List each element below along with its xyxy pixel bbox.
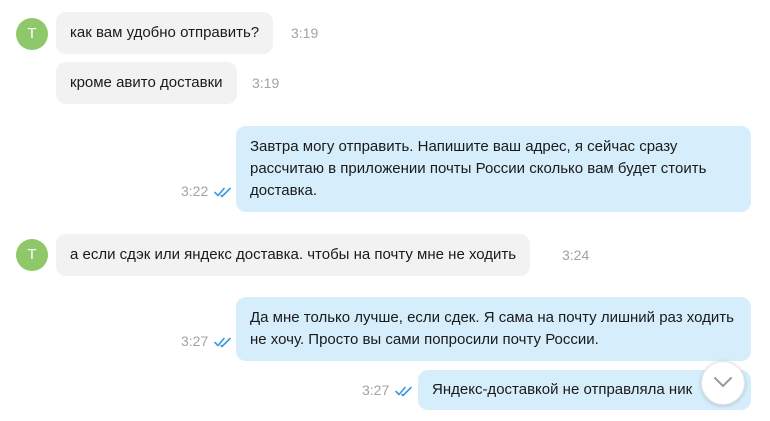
- message-text: Да мне только лучше, если сдек. Я сама н…: [250, 309, 734, 348]
- message-time: 3:24: [562, 247, 590, 263]
- scroll-to-bottom-button[interactable]: [701, 361, 745, 405]
- message-time: 3:19: [252, 75, 280, 91]
- double-check-icon: [214, 337, 231, 348]
- double-check-icon: [214, 187, 231, 198]
- sender-avatar[interactable]: T: [16, 239, 48, 271]
- sender-avatar[interactable]: T: [16, 18, 48, 50]
- message-time: 3:27: [362, 382, 390, 398]
- incoming-message-bubble[interactable]: как вам удобно отправить?: [56, 12, 274, 54]
- message-time: 3:27: [181, 333, 209, 349]
- incoming-message-bubble[interactable]: а если сдэк или яндекс доставка. чтобы н…: [56, 234, 531, 276]
- chevron-down-icon: [714, 377, 732, 387]
- incoming-message-bubble[interactable]: кроме авито доставки: [56, 62, 237, 104]
- message-text: кроме авито доставки: [70, 74, 223, 91]
- outgoing-message-bubble[interactable]: Завтра могу отправить. Напишите ваш адре…: [236, 126, 751, 212]
- outgoing-message-bubble[interactable]: Да мне только лучше, если сдек. Я сама н…: [236, 297, 751, 361]
- double-check-icon: [395, 386, 412, 397]
- message-text: Яндекс-доставкой не отправляла ник: [432, 381, 693, 398]
- message-time: 3:19: [291, 25, 319, 41]
- chat-message-list[interactable]: T как вам удобно отправить? 3:19 кроме а…: [0, 0, 770, 413]
- message-text: Завтра могу отправить. Напишите ваш адре…: [250, 138, 707, 199]
- message-text: как вам удобно отправить?: [70, 24, 260, 41]
- message-time: 3:22: [181, 183, 209, 199]
- message-text: а если сдэк или яндекс доставка. чтобы н…: [70, 246, 517, 263]
